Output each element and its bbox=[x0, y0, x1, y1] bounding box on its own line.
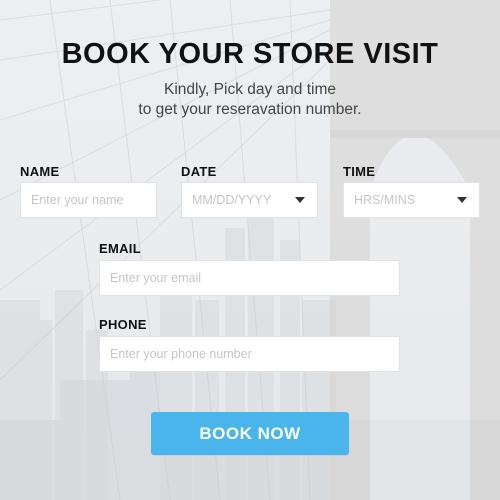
page-subtitle: Kindly, Pick day and time to get your re… bbox=[0, 80, 500, 120]
time-placeholder: HRS/MINS bbox=[354, 193, 416, 207]
caret-down-icon[interactable] bbox=[295, 197, 305, 203]
phone-placeholder: Enter your phone number bbox=[110, 347, 252, 361]
email-field[interactable]: Enter your email bbox=[99, 260, 400, 296]
date-placeholder: MM/DD/YYYY bbox=[192, 193, 272, 207]
name-label: NAME bbox=[20, 164, 60, 179]
time-select[interactable]: HRS/MINS bbox=[343, 182, 480, 218]
date-select[interactable]: MM/DD/YYYY bbox=[181, 182, 318, 218]
phone-field[interactable]: Enter your phone number bbox=[99, 336, 400, 372]
email-label: EMAIL bbox=[99, 241, 141, 256]
name-field[interactable]: Enter your name bbox=[20, 182, 157, 218]
caret-down-icon[interactable] bbox=[457, 197, 467, 203]
email-placeholder: Enter your email bbox=[110, 271, 202, 285]
subtitle-line-1: Kindly, Pick day and time bbox=[163, 81, 336, 98]
date-label: DATE bbox=[181, 164, 217, 179]
booking-page: BOOK YOUR STORE VISIT Kindly, Pick day a… bbox=[0, 0, 500, 500]
book-now-button[interactable]: BOOK NOW bbox=[151, 412, 349, 455]
subtitle-line-2: to get your reseravation number. bbox=[138, 101, 362, 118]
time-label: TIME bbox=[343, 164, 376, 179]
page-title: BOOK YOUR STORE VISIT bbox=[61, 38, 439, 70]
name-placeholder: Enter your name bbox=[31, 193, 124, 207]
phone-label: PHONE bbox=[99, 317, 147, 332]
